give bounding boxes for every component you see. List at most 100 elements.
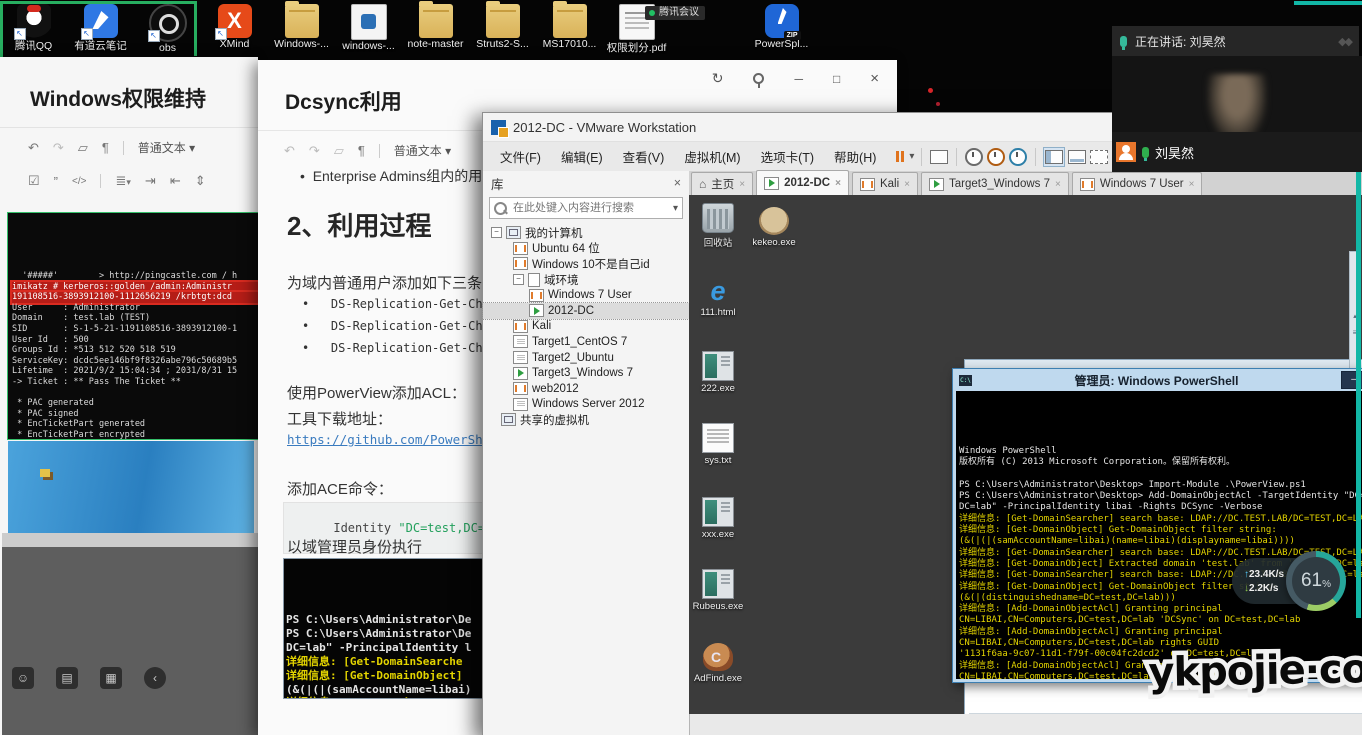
undo-icon[interactable]: ↶ [284, 143, 295, 159]
vm-off-icon [513, 351, 528, 364]
library-search-input[interactable] [511, 201, 669, 215]
align-icon[interactable]: ≣▾ [115, 173, 130, 189]
minimize-icon[interactable]: ─ [794, 72, 803, 86]
menu-vm[interactable]: 虚拟机(M) [675, 143, 749, 170]
guest-icon-111-html[interactable]: e 111.html [691, 277, 745, 318]
tree-item-windows-server-2012[interactable]: Windows Server 2012 [483, 397, 689, 413]
manage-snapshot-button[interactable] [1008, 148, 1028, 166]
collapse-button[interactable]: ‹ [144, 667, 166, 689]
desktop-icon-youdao[interactable]: ↖ 有道云笔记 [67, 2, 134, 58]
tree-item-my-computer[interactable]: − 我的计算机 [483, 225, 689, 241]
tree-item-windows10[interactable]: Windows 10不是自己id [483, 256, 689, 272]
desktop-icon-powersploit[interactable]: ZIP PowerSpl... [748, 4, 815, 50]
tree-item-windows7-user[interactable]: Windows 7 User [483, 287, 689, 303]
guest-icon-recycle-bin[interactable]: 回收站 [691, 203, 745, 249]
search-caret-icon[interactable]: ▾ [673, 203, 678, 214]
pin-icon[interactable] [753, 73, 764, 84]
line-spacing-icon[interactable]: ⇕ [195, 173, 206, 189]
menu-help[interactable]: 帮助(H) [825, 143, 885, 170]
desktop-icon-note-master[interactable]: note-master [402, 2, 469, 58]
grid-button[interactable]: ▤ [56, 667, 78, 689]
indent-decrease-icon[interactable]: ⇤ [170, 173, 181, 189]
show-library-button[interactable] [1043, 147, 1065, 167]
tab-close-icon[interactable]: × [739, 179, 745, 190]
redo-icon[interactable]: ↷ [309, 143, 320, 159]
powershell-console[interactable]: Windows PowerShell版权所有 (C) 2013 Microsof… [956, 391, 1362, 679]
code-icon[interactable]: </> [72, 176, 86, 187]
redo-icon[interactable]: ↷ [53, 140, 64, 156]
maximize-icon[interactable]: □ [833, 72, 840, 86]
guest-icon-222-exe[interactable]: 222.exe [691, 351, 745, 394]
meeting-status-pill[interactable]: 腾讯会议 [645, 6, 705, 20]
tab-close-icon[interactable]: × [1055, 179, 1061, 190]
guest-icon-kekeo-exe[interactable]: kekeo.exe [747, 207, 801, 248]
guest-icon-rubeus-exe[interactable]: Rubeus.exe [691, 569, 745, 612]
tab-windows7-user[interactable]: Windows 7 User × [1072, 172, 1203, 195]
divider [123, 141, 124, 155]
refresh-icon[interactable]: ↻ [712, 70, 724, 87]
format-painter-icon[interactable]: ¶ [102, 140, 109, 155]
desktop-icon-xmind[interactable]: ↖ XMind [201, 2, 268, 58]
checkbox-icon[interactable]: ☑ [28, 173, 40, 189]
tab-2012-dc[interactable]: 2012-DC × [756, 170, 849, 195]
cpu-usage-circle[interactable]: 61% [1286, 551, 1346, 611]
desktop-icon-qq[interactable]: ↖ 腾讯QQ [0, 2, 67, 58]
tree-item-2012-dc[interactable]: 2012-DC [483, 303, 689, 319]
menu-tabs[interactable]: 选项卡(T) [752, 143, 823, 170]
power-dropdown-caret[interactable]: ▾ [909, 151, 914, 162]
emoji-button[interactable]: ☺ [12, 667, 34, 689]
tab-kali[interactable]: Kali × [852, 172, 918, 195]
desktop-icon-struts2[interactable]: Struts2-S... [469, 2, 536, 58]
tree-item-target1-centos[interactable]: Target1_CentOS 7 [483, 334, 689, 350]
power-pause-button[interactable] [887, 148, 907, 166]
revert-snapshot-button[interactable] [986, 148, 1006, 166]
horizontal-scrollbar[interactable]: ◂ ▸ [969, 713, 1362, 714]
tree-item-target3-windows7[interactable]: Target3_Windows 7 [483, 365, 689, 381]
tree-item-domain-env[interactable]: − 域环境 [483, 272, 689, 288]
card-button[interactable]: ▦ [100, 667, 122, 689]
guest-icon-adfind-exe[interactable]: AdFind.exe [691, 643, 745, 684]
ctrl-alt-del-button[interactable] [929, 148, 949, 166]
tree-item-kali[interactable]: Kali [483, 319, 689, 335]
paragraph-style-select[interactable]: 普通文本 ▾ [138, 139, 195, 156]
menu-file[interactable]: 文件(F) [491, 143, 550, 170]
desktop-icon-windows-folder[interactable]: Windows-... [268, 2, 335, 58]
take-snapshot-button[interactable] [964, 148, 984, 166]
tab-close-icon[interactable]: × [835, 178, 841, 189]
tab-close-icon[interactable]: × [904, 179, 910, 190]
powershell-window[interactable]: C:\ 管理员: Windows PowerShell ─ □ × Window… [952, 368, 1362, 683]
menu-edit[interactable]: 编辑(E) [552, 143, 612, 170]
tree-item-shared-vms[interactable]: 共享的虚拟机 [483, 412, 689, 428]
powershell-titlebar[interactable]: C:\ 管理员: Windows PowerShell ─ □ × [953, 369, 1362, 391]
collapse-icon[interactable]: − [513, 274, 524, 285]
meeting-video-feed[interactable] [1112, 56, 1362, 132]
format-painter-icon[interactable]: ¶ [358, 143, 365, 158]
guest-icon-sys-txt[interactable]: sys.txt [691, 423, 745, 466]
tree-item-ubuntu64[interactable]: Ubuntu 64 位 [483, 241, 689, 257]
console-view-button[interactable] [1067, 148, 1087, 166]
quote-icon[interactable]: ” [54, 174, 58, 189]
guest-icon-xxx-exe[interactable]: xxx.exe [691, 497, 745, 540]
desktop-icon-windows-pyfile[interactable]: windows-... [335, 2, 402, 58]
fullscreen-button[interactable] [1089, 148, 1109, 166]
tree-item-web2012[interactable]: web2012 [483, 381, 689, 397]
tab-close-icon[interactable]: × [1189, 179, 1195, 190]
close-icon[interactable]: × [870, 70, 879, 87]
desktop-icon-obs[interactable]: ↖ obs [134, 2, 201, 58]
tab-home[interactable]: ⌂ 主页 × [691, 172, 753, 195]
undo-icon[interactable]: ↶ [28, 140, 39, 156]
doc2-bullet-top: • Enterprise Admins组内的用 [300, 166, 482, 186]
tab-target3-windows7[interactable]: Target3_Windows 7 × [921, 172, 1069, 195]
vm-guest-screen[interactable]: 回收站 e 111.html 222.exe sys.txt xxx.exe R… [689, 195, 1362, 714]
eraser-icon[interactable]: ▱ [334, 143, 344, 159]
paragraph-style-select[interactable]: 普通文本 ▾ [394, 142, 451, 159]
desktop-icon-ms17010[interactable]: MS17010... [536, 2, 603, 58]
collapse-icon[interactable]: − [491, 227, 502, 238]
menu-view[interactable]: 查看(V) [614, 143, 674, 170]
indent-increase-icon[interactable]: ⇥ [145, 173, 156, 189]
library-close-icon[interactable]: × [674, 176, 681, 190]
eraser-icon[interactable]: ▱ [78, 140, 88, 156]
meeting-participant-row[interactable]: 刘昊然 [1112, 132, 1362, 172]
tree-item-target2-ubuntu[interactable]: Target2_Ubuntu [483, 350, 689, 366]
library-search[interactable]: ▾ [489, 197, 683, 219]
